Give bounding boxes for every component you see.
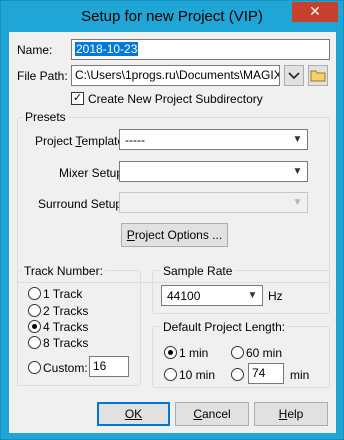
length-10min-label: 10 min — [179, 368, 216, 382]
surround-setup-select[interactable]: ▼ — [119, 192, 308, 213]
length-custom-value: 74 — [252, 366, 266, 380]
length-1min-radio[interactable] — [164, 346, 177, 359]
length-10min-radio[interactable] — [164, 368, 177, 381]
length-60min-radio[interactable] — [231, 346, 244, 359]
sample-rate-select[interactable]: 44100 ▼ — [161, 285, 263, 306]
track-custom-label: Custom: — [43, 361, 88, 375]
file-path-field[interactable]: C:\Users\1progs.ru\Documents\MAGIX\S — [71, 65, 280, 86]
length-custom-field[interactable]: 74 — [248, 363, 284, 384]
project-options-label: Project Options ... — [126, 228, 223, 242]
project-template-value: ----- — [125, 133, 145, 147]
length-custom-unit: min — [290, 368, 310, 382]
name-value: 2018-10-23 — [75, 42, 139, 56]
help-button[interactable]: Help — [254, 402, 328, 426]
track-4-label: 4 Tracks — [43, 320, 89, 334]
file-path-value: C:\Users\1progs.ru\Documents\MAGIX\S — [75, 68, 280, 82]
dialog-window: Setup for new Project (VIP) ✕ Name: 2018… — [0, 0, 344, 440]
chevron-down-icon: ▼ — [292, 134, 303, 145]
title-bar[interactable]: Setup for new Project (VIP) ✕ — [1, 1, 343, 32]
create-subdir-checkbox[interactable]: ✓ — [71, 92, 84, 105]
file-path-label: File Path: — [17, 69, 68, 83]
name-field[interactable]: 2018-10-23 — [71, 39, 330, 60]
track-2-label: 2 Tracks — [43, 304, 89, 318]
close-icon: ✕ — [309, 3, 321, 19]
chevron-down-icon: ▼ — [292, 197, 303, 208]
track-custom-field[interactable]: 16 — [89, 356, 129, 377]
track-8-label: 8 Tracks — [43, 336, 89, 350]
track-1-radio[interactable] — [28, 287, 41, 300]
mixer-setup-label: Mixer Setup: — [59, 166, 127, 180]
ok-button[interactable]: OK — [97, 402, 170, 426]
mixer-setup-select[interactable]: ▼ — [119, 161, 308, 182]
cancel-button[interactable]: Cancel — [175, 402, 249, 426]
track-custom-radio[interactable] — [28, 361, 41, 374]
length-custom-radio[interactable] — [231, 368, 244, 381]
chevron-down-icon — [288, 72, 300, 80]
name-label: Name: — [17, 43, 53, 57]
chevron-down-icon: ▼ — [292, 166, 303, 177]
chevron-down-icon: ▼ — [247, 290, 258, 301]
project-template-select[interactable]: ----- ▼ — [119, 129, 308, 150]
cancel-label: Cancel — [193, 407, 231, 421]
sample-rate-value: 44100 — [167, 289, 201, 303]
track-1-label: 1 Track — [43, 287, 83, 301]
track-2-radio[interactable] — [28, 304, 41, 317]
create-subdir-label: Create New Project Subdirectory — [88, 92, 263, 106]
dialog-client-area: Name: 2018-10-23 File Path: C:\Users\1pr… — [9, 32, 336, 433]
project-template-label: Project Template: — [35, 134, 128, 148]
track-8-radio[interactable] — [28, 336, 41, 349]
presets-title: Presets — [23, 110, 68, 124]
ok-label: OK — [124, 407, 143, 421]
track-number-title: Track Number: — [22, 264, 105, 278]
folder-icon — [310, 70, 326, 82]
track-custom-value: 16 — [93, 359, 107, 373]
length-1min-label: 1 min — [179, 346, 209, 360]
sample-rate-title: Sample Rate — [161, 264, 235, 278]
browse-folder-button[interactable] — [308, 65, 328, 86]
close-button[interactable]: ✕ — [292, 2, 338, 22]
project-options-button[interactable]: Project Options ... — [121, 223, 228, 247]
checkmark-icon: ✓ — [72, 92, 83, 104]
path-history-button[interactable] — [284, 65, 304, 86]
track-4-radio[interactable] — [28, 320, 41, 333]
surround-setup-label: Surround Setup: — [38, 197, 126, 211]
help-label: Help — [278, 407, 304, 421]
project-length-title: Default Project Length: — [161, 320, 288, 334]
sample-rate-unit: Hz — [268, 289, 283, 303]
length-60min-label: 60 min — [246, 346, 283, 360]
